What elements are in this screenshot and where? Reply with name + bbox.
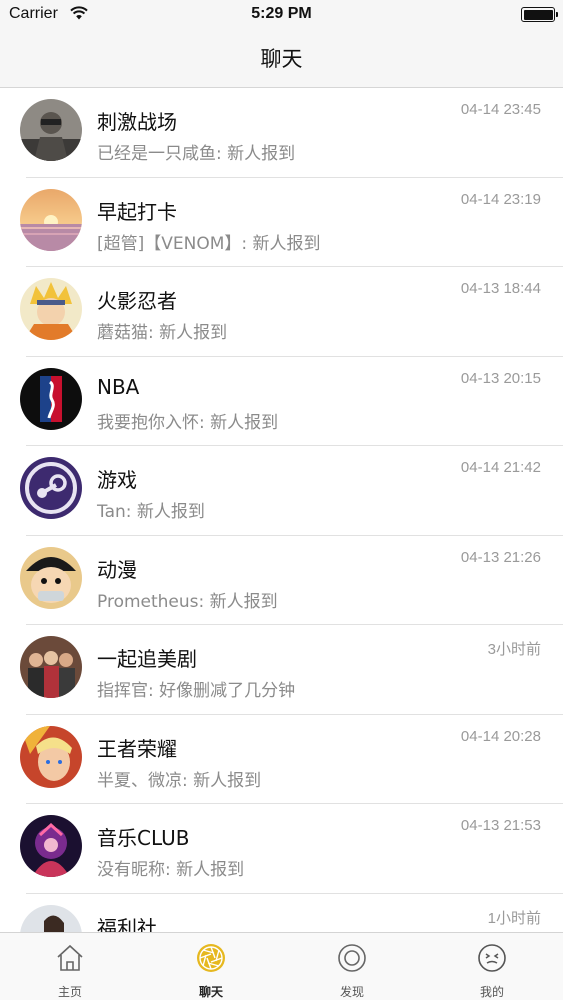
nba-logo-icon	[20, 367, 82, 430]
profile-face-icon	[478, 944, 506, 972]
chat-name: 火影忍者	[97, 289, 177, 313]
chat-last-message: 我要抱你入怀: 新人报到	[97, 412, 279, 433]
hero-avatar-icon	[20, 725, 82, 788]
tab-bar: 主页 聊天 发现 我的	[0, 932, 563, 1000]
tab-discover[interactable]: 发现	[282, 933, 422, 1000]
chat-name: 游戏	[97, 468, 137, 492]
chat-row[interactable]: 早起打卡 [超管]【VENOM】: 新人报到 04-14 23:19	[0, 178, 563, 268]
avatar	[20, 457, 82, 519]
chat-time: 04-13 20:15	[460, 369, 541, 387]
chat-row[interactable]: 王者荣耀 半夏、微凉: 新人报到 04-14 20:28	[0, 715, 563, 805]
soldier-avatar-icon	[20, 99, 82, 161]
chat-time: 04-13 18:44	[460, 280, 541, 297]
home-icon	[57, 944, 83, 971]
chat-time: 3小时前	[487, 641, 541, 658]
chat-last-message: 半夏、微凉: 新人报到	[97, 770, 262, 791]
avatar	[20, 725, 82, 788]
chat-last-message: Tan: 新人报到	[97, 502, 205, 522]
tab-label: 主页	[57, 985, 82, 999]
chat-last-message: Prometheus: 新人报到	[97, 591, 278, 612]
music-avatar-icon	[20, 815, 82, 877]
tab-profile[interactable]: 我的	[422, 933, 562, 1000]
chat-last-message: 已经是一只咸鱼: 新人报到	[97, 144, 296, 164]
tab-label: 发现	[339, 985, 364, 999]
chat-last-message: [超管]【VENOM】: 新人报到	[97, 233, 321, 254]
top-bar: Carrier 5:29 PM 聊天	[0, 0, 563, 88]
group-photo-avatar-icon	[20, 636, 82, 698]
chat-time: 04-13 21:53	[460, 817, 541, 834]
chat-time: 04-14 23:19	[460, 190, 541, 208]
chat-time: 04-14 23:45	[460, 101, 541, 118]
avatar	[20, 815, 82, 877]
chat-row[interactable]: 游戏 Tan: 新人报到 04-14 21:42	[0, 446, 563, 536]
chat-aperture-icon	[197, 944, 225, 972]
steam-logo-icon	[20, 457, 82, 519]
tab-chat[interactable]: 聊天	[141, 933, 281, 1000]
naruto-avatar-icon	[20, 278, 82, 340]
avatar	[20, 278, 82, 340]
avatar	[20, 188, 82, 251]
avatar	[20, 367, 82, 430]
chat-row[interactable]: 刺激战场 已经是一只咸鱼: 新人报到 04-14 23:45	[0, 88, 563, 178]
chat-last-message: 蘑菇猫: 新人报到	[97, 323, 228, 343]
chat-time: 04-14 20:28	[460, 727, 541, 745]
clock: 5:29 PM	[251, 5, 312, 22]
battery-icon	[521, 7, 558, 22]
tab-label: 我的	[479, 985, 504, 999]
sunrise-avatar-icon	[20, 188, 82, 251]
chat-name: 动漫	[97, 557, 137, 582]
chat-row[interactable]: 一起追美剧 指挥官: 好像删减了几分钟 3小时前	[0, 625, 563, 715]
chat-name: 一起追美剧	[97, 647, 197, 671]
avatar	[20, 636, 82, 698]
chat-time: 1小时前	[487, 909, 541, 927]
chat-name: NBA	[97, 374, 140, 399]
avatar	[20, 546, 82, 609]
status-bar: Carrier 5:29 PM	[0, 0, 563, 30]
chat-name: 早起打卡	[97, 199, 177, 224]
chat-last-message: 指挥官: 好像删减了几分钟	[97, 681, 296, 701]
discover-icon	[338, 944, 366, 972]
tab-home[interactable]: 主页	[0, 933, 140, 1000]
page-title: 聊天	[260, 47, 303, 71]
chat-time: 04-14 21:42	[460, 459, 541, 476]
chat-row[interactable]: NBA 我要抱你入怀: 新人报到 04-13 20:15	[0, 357, 563, 447]
chat-row[interactable]: 火影忍者 蘑菇猫: 新人报到 04-13 18:44	[0, 267, 563, 357]
chat-row[interactable]: 动漫 Prometheus: 新人报到 04-13 21:26	[0, 536, 563, 626]
chat-list: 刺激战场 已经是一只咸鱼: 新人报到 04-14 23:45 早起打卡 [超管]…	[0, 88, 563, 983]
tab-label: 聊天	[198, 985, 223, 999]
chat-name: 音乐CLUB	[97, 826, 190, 850]
chat-name: 刺激战场	[97, 110, 177, 134]
chat-time: 04-13 21:26	[460, 548, 541, 566]
chat-name: 王者荣耀	[97, 736, 177, 761]
chat-last-message: 没有昵称: 新人报到	[97, 860, 245, 880]
avatar	[20, 99, 82, 161]
chat-row[interactable]: 音乐CLUB 没有昵称: 新人报到 04-13 21:53	[0, 804, 563, 894]
luffy-avatar-icon	[20, 546, 82, 609]
